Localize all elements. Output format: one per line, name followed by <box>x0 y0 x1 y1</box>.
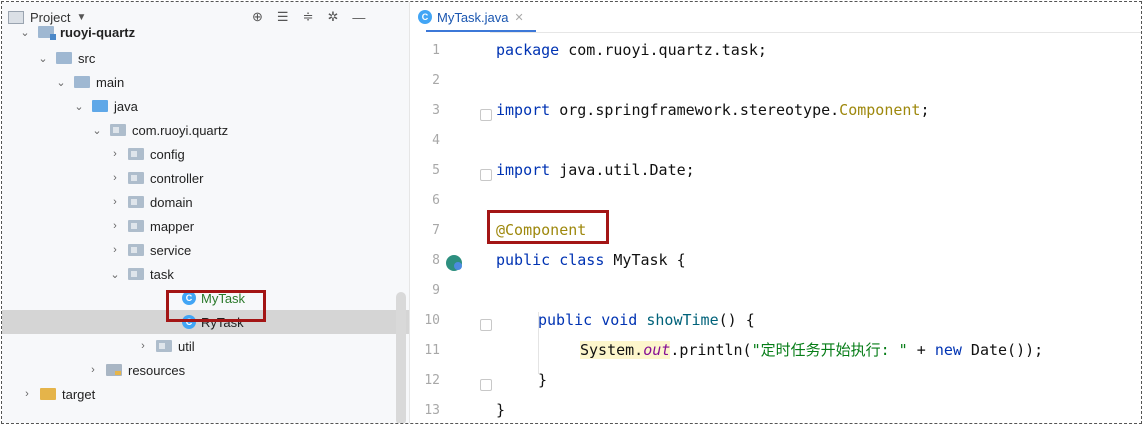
tab-label: MyTask.java <box>437 9 509 25</box>
tree-item-resources[interactable]: › resources <box>2 358 409 382</box>
code-line-12: } <box>538 371 548 389</box>
package-icon <box>128 244 144 256</box>
tree-label: com.ruoyi.quartz <box>132 122 229 138</box>
excluded-folder-icon <box>40 388 56 400</box>
tree-label: task <box>150 266 174 282</box>
folder-icon <box>74 76 90 88</box>
package-icon <box>156 340 172 352</box>
line-number: 6 <box>432 193 440 208</box>
tree-label: src <box>78 50 96 66</box>
tree-label: domain <box>150 194 193 210</box>
ide-window: Project ▼ ⊕ ☰ ≑ ✲ — ⌄ ruoyi-quartz ⌄ src <box>1 1 1142 424</box>
close-icon[interactable]: ✕ <box>515 11 524 24</box>
line-number: 9 <box>432 283 440 298</box>
source-folder-icon <box>92 100 108 112</box>
tree-item-main[interactable]: ⌄ main <box>2 70 409 94</box>
line-number: 12 <box>424 373 440 388</box>
package-icon <box>110 124 126 136</box>
code-line-11: System.out.println("定时任务开始执行: " + new Da… <box>580 341 1044 359</box>
line-number: 1 <box>432 43 440 58</box>
tree-item-src[interactable]: ⌄ src <box>2 46 409 70</box>
tree-item-task[interactable]: ⌄ task <box>2 262 409 286</box>
line-number: 13 <box>424 403 440 418</box>
chevron-down-icon[interactable]: ⌄ <box>72 100 86 113</box>
fold-marker-icon[interactable] <box>480 379 492 391</box>
tree-item-config[interactable]: › config <box>2 142 409 166</box>
chevron-right-icon[interactable]: › <box>108 220 122 232</box>
line-number: 4 <box>432 133 440 148</box>
project-panel: Project ▼ ⊕ ☰ ≑ ✲ — ⌄ ruoyi-quartz ⌄ src <box>2 2 410 423</box>
code-line-10: public void showTime() { <box>538 311 755 329</box>
line-number: 3 <box>432 103 440 118</box>
chevron-right-icon[interactable]: › <box>136 340 150 352</box>
editor-gutter: 1 2 3 4 5 6 7 8 9 10 11 12 13 <box>410 32 492 423</box>
chevron-down-icon[interactable]: ⌄ <box>54 76 68 89</box>
tree-label: controller <box>150 170 204 186</box>
tree-label: main <box>96 74 125 90</box>
tree-item-mapper[interactable]: › mapper <box>2 214 409 238</box>
tree-label: service <box>150 242 192 258</box>
line-number: 5 <box>432 163 440 178</box>
tree-label: config <box>150 146 185 162</box>
chevron-right-icon[interactable]: › <box>86 364 100 376</box>
tree-item-java[interactable]: ⌄ java <box>2 94 409 118</box>
package-icon <box>128 172 144 184</box>
resources-folder-icon <box>106 364 122 376</box>
folder-icon <box>56 52 72 64</box>
line-number: 11 <box>424 343 440 358</box>
class-icon: C <box>418 10 432 24</box>
chevron-right-icon[interactable]: › <box>108 196 122 208</box>
package-icon <box>128 268 144 280</box>
chevron-right-icon[interactable]: › <box>20 388 34 400</box>
code-line-8: public class MyTask { <box>496 251 686 269</box>
tree-item-controller[interactable]: › controller <box>2 166 409 190</box>
line-number: 2 <box>432 73 440 88</box>
tree-label: java <box>114 98 138 114</box>
chevron-right-icon[interactable]: › <box>108 244 122 256</box>
line-number: 10 <box>424 313 440 328</box>
editor-tabs: C MyTask.java ✕ <box>410 2 1141 33</box>
module-folder-icon <box>38 26 56 40</box>
project-scrollbar[interactable] <box>396 292 406 423</box>
tree-label: resources <box>128 362 186 378</box>
highlight-box <box>166 290 266 322</box>
chevron-down-icon[interactable]: ⌄ <box>36 52 50 65</box>
package-icon <box>128 196 144 208</box>
chevron-right-icon[interactable]: › <box>108 172 122 184</box>
line-number: 7 <box>432 223 440 238</box>
tree-item-service[interactable]: › service <box>2 238 409 262</box>
tree-item-target[interactable]: › target <box>2 382 409 406</box>
package-icon <box>128 148 144 160</box>
tree-item-package[interactable]: ⌄ com.ruoyi.quartz <box>2 118 409 142</box>
tree-label: target <box>62 386 96 402</box>
fold-marker-icon[interactable] <box>480 109 492 121</box>
chevron-right-icon[interactable]: › <box>108 148 122 160</box>
chevron-down-icon[interactable]: ⌄ <box>108 268 122 281</box>
line-number: 8 <box>432 253 440 268</box>
tree-label: mapper <box>150 218 195 234</box>
tab-mytask-java[interactable]: C MyTask.java ✕ <box>418 2 536 32</box>
fold-marker-icon[interactable] <box>480 319 492 331</box>
chevron-down-icon[interactable]: ⌄ <box>18 26 32 39</box>
tree-label: ruoyi-quartz <box>60 24 136 40</box>
chevron-down-icon[interactable]: ⌄ <box>90 124 104 137</box>
package-icon <box>128 220 144 232</box>
fold-marker-icon[interactable] <box>480 169 492 181</box>
tree-item-ruoyi-quartz[interactable]: ⌄ ruoyi-quartz <box>2 20 409 44</box>
tree-item-domain[interactable]: › domain <box>2 190 409 214</box>
code-line-5: import java.util.Date; <box>496 161 695 179</box>
highlight-box <box>487 210 609 244</box>
code-line-13: } <box>496 401 506 419</box>
tree-label: util <box>178 338 195 354</box>
code-line-1: package com.ruoyi.quartz.task; <box>496 41 767 59</box>
spring-bean-icon[interactable] <box>446 255 462 271</box>
tree-item-util[interactable]: › util <box>2 334 409 358</box>
code-line-3: import org.springframework.stereotype.Co… <box>496 101 930 119</box>
